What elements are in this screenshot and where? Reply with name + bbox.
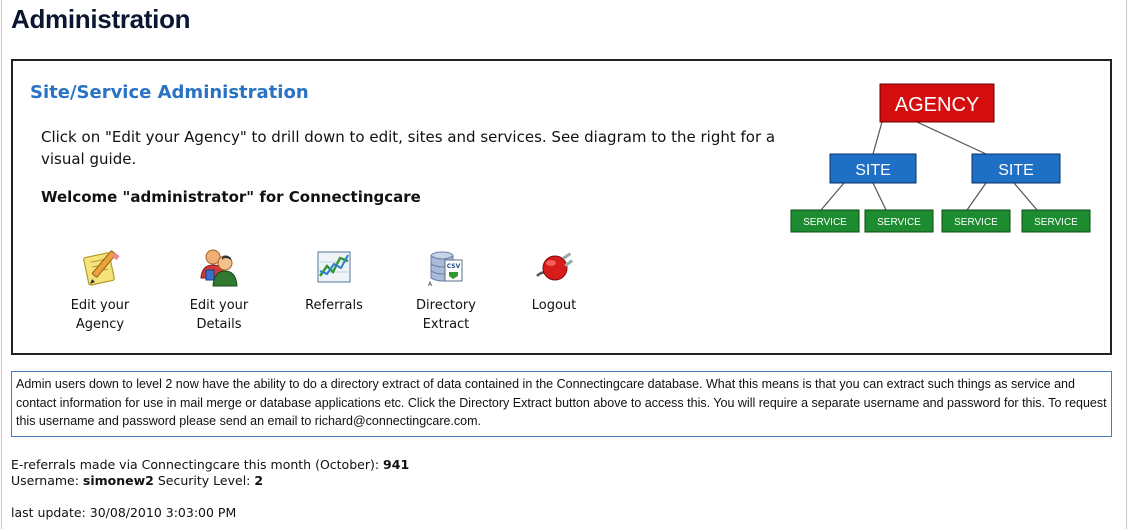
service-node: SERVICE — [790, 209, 860, 233]
site-node: SITE — [829, 153, 917, 184]
database-csv-icon: CSV A — [428, 251, 463, 288]
security-level-value: 2 — [254, 472, 264, 488]
page-title: Administration — [11, 4, 191, 34]
security-label: Security Level: — [157, 472, 251, 488]
action-label: Edit your Details — [189, 298, 249, 332]
site-label: SITE — [998, 162, 1034, 179]
svg-text:A: A — [428, 281, 433, 288]
users-icon — [200, 249, 238, 287]
power-plug-icon — [536, 252, 573, 281]
action-label: Referrals — [305, 298, 363, 313]
last-update-text: last update: 30/08/2010 3:03:00 PM — [11, 505, 237, 520]
directory-extract-notice: Admin users down to level 2 now have the… — [11, 371, 1112, 437]
section-title: Site/Service Administration — [30, 82, 309, 103]
action-label: Edit your Agency — [70, 298, 130, 332]
edit-agency-button[interactable]: Edit your Agency — [55, 246, 145, 334]
user-line: Username: simonew2 Security Level: 2 — [11, 473, 409, 489]
notepad-pencil-icon — [83, 250, 120, 286]
action-label: Logout — [531, 298, 577, 313]
edit-details-button[interactable]: Edit your Details — [174, 246, 264, 334]
site-node: SITE — [971, 153, 1061, 184]
agency-node: AGENCY — [879, 83, 995, 123]
svg-text:CSV: CSV — [447, 263, 461, 270]
line-chart-icon — [317, 251, 351, 283]
referrals-line: E-referrals made via Connectingcare this… — [11, 457, 409, 473]
service-label: SERVICE — [1034, 217, 1078, 228]
stats-block: E-referrals made via Connectingcare this… — [11, 457, 409, 488]
agency-label: AGENCY — [895, 94, 979, 116]
welcome-text: Welcome "administrator" for Connectingca… — [41, 188, 421, 206]
logout-button[interactable]: Logout — [509, 246, 599, 315]
username-label: Username: — [11, 472, 79, 488]
directory-extract-button[interactable]: CSV A Directory Extract — [401, 246, 491, 334]
site-service-admin-panel: Site/Service Administration Click on "Ed… — [11, 59, 1112, 355]
referrals-label: E-referrals made via Connectingcare this… — [11, 457, 380, 472]
intro-text: Click on "Edit your Agency" to drill dow… — [41, 128, 776, 168]
service-node: SERVICE — [941, 209, 1011, 233]
service-label: SERVICE — [803, 217, 847, 228]
service-node: SERVICE — [864, 209, 934, 233]
service-label: SERVICE — [954, 217, 998, 228]
service-node: SERVICE — [1021, 209, 1091, 233]
referrals-count: 941 — [383, 457, 410, 472]
service-label: SERVICE — [877, 217, 921, 228]
referrals-button[interactable]: Referrals — [289, 246, 379, 315]
action-label: Directory Extract — [416, 298, 476, 332]
username-value: simonew2 — [82, 472, 154, 488]
hierarchy-diagram: AGENCY SITE SITE SERVICE SERVICE SERVICE… — [790, 83, 1091, 233]
site-label: SITE — [855, 162, 891, 179]
